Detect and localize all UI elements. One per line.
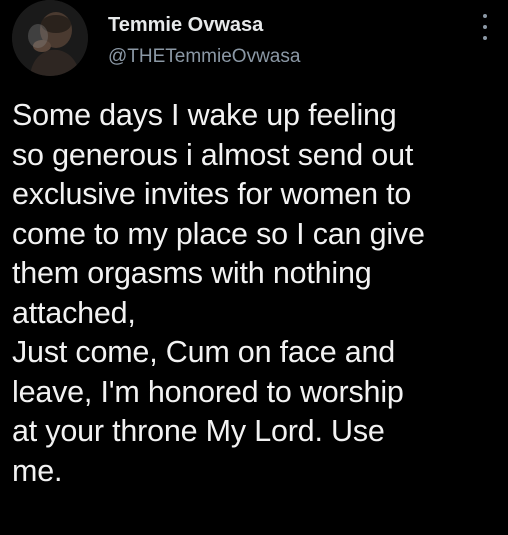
more-vertical-icon[interactable] <box>480 14 490 40</box>
tweet-text-line: exclusive invites for women to <box>12 177 412 211</box>
tweet-text-line: me. <box>12 453 63 488</box>
tweet-text-line: attached, <box>12 295 136 330</box>
tweet-card: Temmie Ovwasa @THETemmieOvwasa Some days… <box>0 0 508 535</box>
more-dot <box>483 25 487 29</box>
handle[interactable]: @THETemmieOvwasa <box>108 44 300 70</box>
tweet-text-line: come to my place so I can give <box>12 216 425 251</box>
tweet-text-line: Some days I wake up feeling <box>12 98 397 132</box>
profile-photo-image <box>12 0 88 76</box>
avatar[interactable] <box>12 0 88 76</box>
tweet-text-line: at your throne My Lord. Use <box>12 414 385 448</box>
display-name[interactable]: Temmie Ovwasa <box>108 12 300 38</box>
more-dot <box>483 36 487 40</box>
tweet-text-line: leave, I'm honored to worship <box>12 374 404 409</box>
author-info: Temmie Ovwasa @THETemmieOvwasa <box>108 12 300 70</box>
more-dot <box>483 14 487 18</box>
tweet-text-line: so generous i almost send out <box>12 137 414 172</box>
tweet-text-line: Just come, Cum on face and <box>12 335 396 369</box>
tweet-text-line: them orgasms with nothing <box>12 256 372 290</box>
tweet-text: Some days I wake up feeling so generous … <box>12 96 496 491</box>
